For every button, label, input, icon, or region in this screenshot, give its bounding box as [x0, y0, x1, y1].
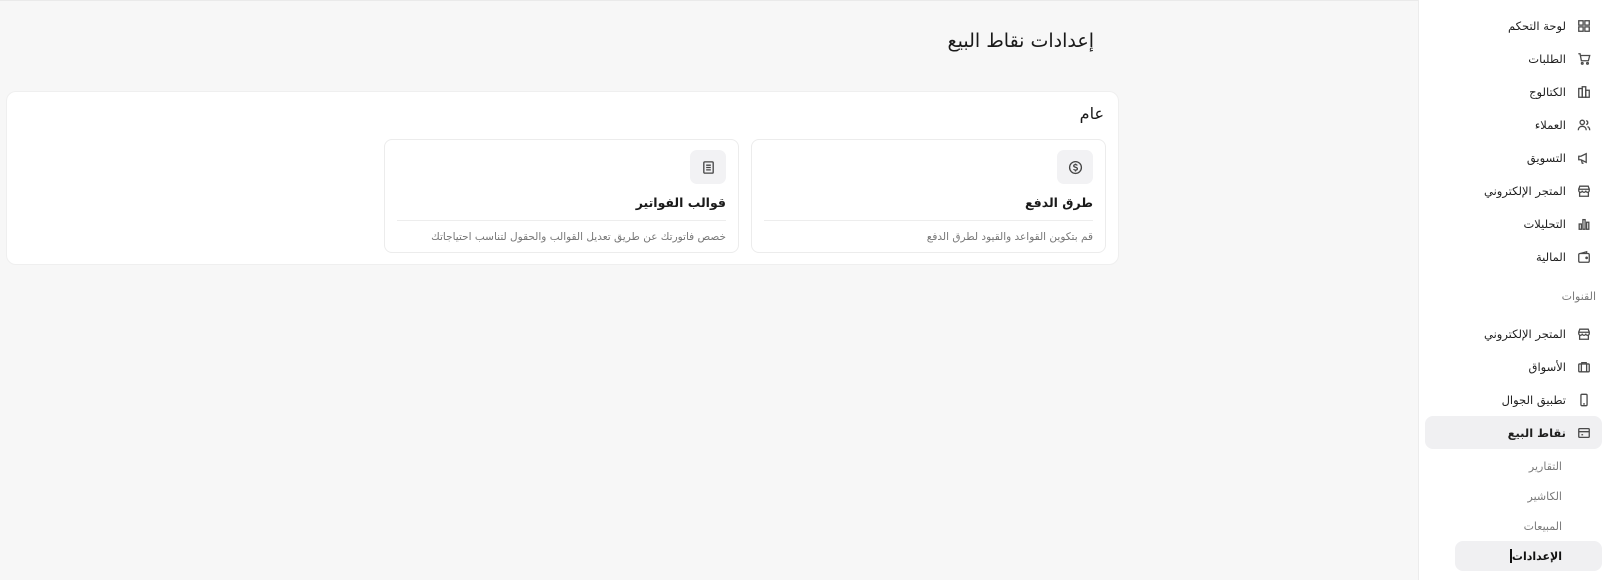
sidebar-item-label: لوحة التحكم — [1508, 18, 1566, 33]
card-title: طرق الدفع — [1025, 195, 1093, 210]
active-indicator — [1509, 549, 1512, 563]
store-icon — [1576, 326, 1592, 342]
card-description: قم بتكوين القواعد والقيود لطرق الدفع — [926, 231, 1093, 243]
bar-chart-icon — [1576, 216, 1592, 232]
mobile-icon — [1576, 392, 1592, 408]
sidebar-subitem-cashier[interactable]: الكاشير — [1455, 481, 1602, 511]
briefcase-icon — [1576, 359, 1592, 375]
pos-icon — [1576, 425, 1592, 441]
channels-section-title: القنوات — [1561, 289, 1596, 303]
sidebar-item-finance[interactable]: المالية — [1425, 240, 1602, 273]
sidebar-subitem-label: المبيعات — [1523, 519, 1562, 533]
page-title: إعدادات نقاط البيع — [947, 30, 1094, 52]
card-description: خصص فاتورتك عن طريق تعديل القوالب والحقو… — [431, 231, 726, 243]
sidebar-item-label: الكتالوج — [1529, 84, 1566, 99]
sidebar-item-label: المالية — [1536, 249, 1566, 264]
wallet-icon — [1576, 249, 1592, 265]
sidebar-item-analytics[interactable]: التحليلات — [1425, 207, 1602, 240]
sidebar-item-online-store[interactable]: المتجر الإلكتروني — [1425, 174, 1602, 207]
sidebar-item-label: التسويق — [1526, 150, 1566, 165]
sidebar-item-marketplaces[interactable]: الأسواق — [1425, 350, 1602, 383]
sidebar-subitem-label: الإعدادات — [1511, 549, 1562, 563]
sidebar-item-label: تطبيق الجوال — [1501, 392, 1566, 407]
general-settings-panel: عام طرق الدفع قم بتكوين القواعد والقيود … — [6, 91, 1119, 265]
sidebar-item-customers[interactable]: العملاء — [1425, 108, 1602, 141]
sidebar-subitem-label: الكاشير — [1527, 489, 1562, 503]
sidebar-item-label: نقاط البيع — [1507, 425, 1566, 440]
store-icon — [1576, 183, 1592, 199]
sidebar-subitem-settings[interactable]: الإعدادات — [1455, 541, 1602, 571]
sidebar-subitem-sales[interactable]: المبيعات — [1455, 511, 1602, 541]
sidebar-item-label: الطلبات — [1528, 51, 1566, 66]
users-icon — [1576, 117, 1592, 133]
sidebar-item-label: التحليلات — [1523, 216, 1566, 231]
card-title: قوالب الفواتير — [635, 195, 726, 210]
sidebar-subitem-label: التقارير — [1528, 459, 1562, 473]
sidebar-item-channel-online-store[interactable]: المتجر الإلكتروني — [1425, 317, 1602, 350]
sidebar-item-catalog[interactable]: الكتالوج — [1425, 75, 1602, 108]
dashboard-icon — [1576, 18, 1592, 34]
sidebar-item-label: الأسواق — [1528, 359, 1566, 374]
sidebar-item-mobile-app[interactable]: تطبيق الجوال — [1425, 383, 1602, 416]
catalog-icon — [1576, 84, 1592, 100]
sidebar: لوحة التحكم الطلبات الكتالوج العملاء الت… — [1418, 0, 1606, 580]
sidebar-item-pos[interactable]: نقاط البيع — [1425, 416, 1602, 449]
card-divider — [397, 220, 726, 221]
sidebar-item-label: العملاء — [1534, 117, 1566, 132]
cart-icon — [1576, 51, 1592, 67]
invoice-templates-card[interactable]: قوالب الفواتير خصص فاتورتك عن طريق تعديل… — [384, 139, 739, 253]
dollar-circle-icon — [1057, 150, 1093, 184]
sidebar-subitem-reports[interactable]: التقارير — [1455, 451, 1602, 481]
sidebar-item-label: المتجر الإلكتروني — [1483, 326, 1566, 341]
payment-methods-card[interactable]: طرق الدفع قم بتكوين القواعد والقيود لطرق… — [751, 139, 1106, 253]
top-border — [0, 0, 1418, 1]
pos-submenu: التقارير الكاشير المبيعات الإعدادات — [1419, 451, 1606, 571]
sidebar-item-marketing[interactable]: التسويق — [1425, 141, 1602, 174]
card-divider — [764, 220, 1093, 221]
sidebar-item-dashboard[interactable]: لوحة التحكم — [1425, 9, 1602, 42]
megaphone-icon — [1576, 150, 1592, 166]
sidebar-item-label: المتجر الإلكتروني — [1483, 183, 1566, 198]
document-icon — [690, 150, 726, 184]
sidebar-item-orders[interactable]: الطلبات — [1425, 42, 1602, 75]
panel-title: عام — [1079, 104, 1104, 123]
